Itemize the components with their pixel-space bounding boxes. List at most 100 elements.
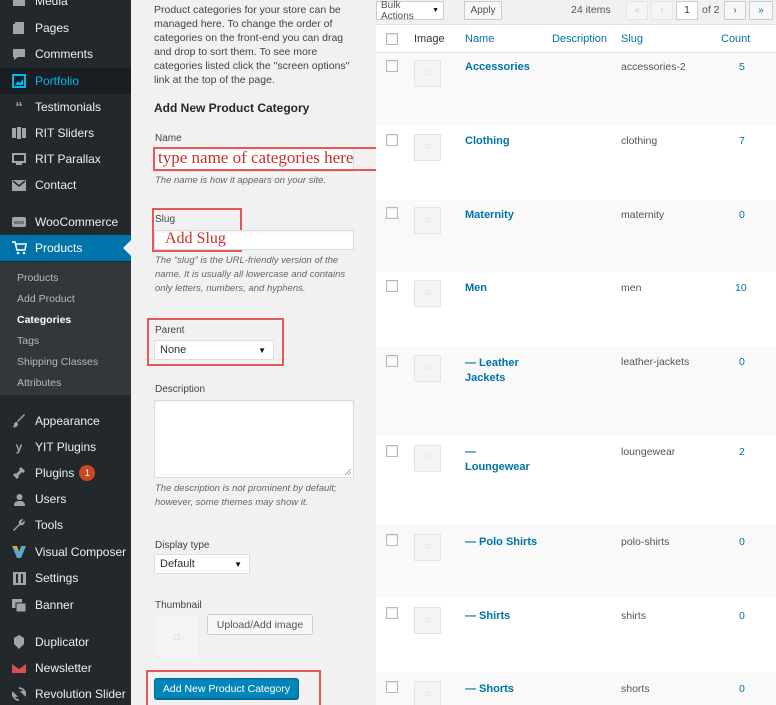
column-header-name[interactable]: Name [465,33,494,45]
category-name-link[interactable]: — Shirts [465,609,510,623]
upload-image-button[interactable]: Upload/Add image [207,614,313,635]
plugin-update-badge: 1 [79,465,96,481]
current-menu-arrow [123,240,131,256]
next-page-button[interactable]: › [724,1,746,20]
sidebar-item-yit-plugins[interactable]: y YIT Plugins [0,434,131,460]
submenu-categories[interactable]: Categories [17,314,71,326]
category-name-link[interactable]: Clothing [465,134,510,148]
add-category-submit-button[interactable]: Add New Product Category [154,678,299,699]
sidebar-item-settings[interactable]: Settings [0,565,131,591]
column-header-image: Image [414,33,445,45]
row-checkbox[interactable] [386,534,398,546]
current-page-input[interactable]: 1 [676,1,698,20]
sidebar-item-products[interactable]: Products [0,235,131,261]
submenu-shipping-classes[interactable]: Shipping Classes [17,356,98,368]
sidebar-item-newsletter[interactable]: Newsletter [0,655,131,681]
category-name-link[interactable]: — Polo Shirts [465,535,537,549]
category-count-link[interactable]: 0 [739,356,745,368]
row-checkbox[interactable] [386,681,398,693]
slug-annotation-text: Add Slug [165,230,226,247]
total-pages: of 2 [702,4,720,16]
prev-page-button[interactable]: ‹ [651,1,673,20]
category-count-link[interactable]: 5 [739,61,745,73]
row-checkbox[interactable] [386,445,398,457]
intro-text-line: link at the top of the page. [154,74,275,86]
row-checkbox[interactable] [386,280,398,292]
category-name-link[interactable]: Men [465,281,487,295]
sidebar-item-rit-sliders[interactable]: RIT Sliders [0,120,131,146]
category-thumbnail: □ [414,134,441,161]
category-name-link[interactable]: — [465,445,476,459]
form-heading: Add New Product Category [154,101,310,115]
admin-sidebar: Media Pages Comments Portfolio “ Testimo… [0,0,131,705]
select-all-checkbox[interactable] [386,33,398,45]
intro-text-line: categories listed click the "screen opti… [154,60,350,72]
column-header-count[interactable]: Count [721,33,750,45]
sidebar-item-users[interactable]: Users [0,486,131,512]
category-slug: shorts [621,683,650,695]
sidebar-item-woocommerce[interactable]: woo WooCommerce [0,209,131,235]
row-checkbox[interactable] [386,207,398,219]
row-checkbox[interactable] [386,60,398,72]
resize-handle-icon[interactable] [345,469,351,475]
category-slug: leather-jackets [621,356,690,368]
submenu-attributes[interactable]: Attributes [17,377,61,389]
sidebar-item-media[interactable]: Media [0,0,131,14]
name-label: Name [155,133,182,144]
sidebar-item-revolution-slider[interactable]: Revolution Slider [0,681,131,705]
brush-icon [11,413,27,429]
submenu-add-product[interactable]: Add Product [17,293,75,305]
category-slug: men [621,282,642,294]
row-checkbox[interactable] [386,607,398,619]
category-count-link[interactable]: 0 [739,683,745,695]
category-thumbnail: □ [414,445,441,472]
row-checkbox[interactable] [386,134,398,146]
category-thumbnail: □ [414,207,441,234]
category-thumbnail: □ [414,534,441,561]
column-header-slug[interactable]: Slug [621,33,643,45]
sidebar-item-appearance[interactable]: Appearance [0,408,131,434]
submenu-products[interactable]: Products [17,272,58,284]
sidebar-item-rit-parallax[interactable]: RIT Parallax [0,146,131,172]
yit-icon: y [15,440,23,454]
category-name-link[interactable]: — Leather [465,356,519,370]
category-count-link[interactable]: 2 [739,446,745,458]
apply-button[interactable]: Apply [464,1,502,20]
sidebar-item-testimonials[interactable]: “ Testimonials [0,94,131,120]
category-name-link[interactable]: Jackets [465,371,505,385]
category-count-link[interactable]: 10 [735,282,747,294]
sidebar-item-plugins[interactable]: Plugins 1 [0,460,131,486]
sidebar-item-banner[interactable]: Banner [0,592,131,618]
bulk-actions-select[interactable]: Bulk Actions ▼ [376,0,444,22]
sidebar-item-contact[interactable]: Contact [0,172,131,198]
display-type-select[interactable]: Default ▼ [154,554,250,574]
name-annotation-text: type name of categories here [158,148,354,167]
description-help-line: The description is not prominent by defa… [155,483,337,494]
description-textarea[interactable] [154,400,354,478]
category-name-link[interactable]: — Shorts [465,682,514,696]
parent-select[interactable]: None ▼ [154,340,274,360]
category-count-link[interactable]: 0 [739,209,745,221]
sidebar-item-portfolio[interactable]: Portfolio [0,68,131,94]
sidebar-item-tools[interactable]: Tools [0,512,131,538]
parent-label: Parent [155,325,185,336]
sidebar-item-visual-composer[interactable]: Visual Composer [0,539,131,565]
sidebar-item-duplicator[interactable]: Duplicator [0,629,131,655]
first-page-button[interactable]: « [626,1,648,20]
last-page-button[interactable]: » [749,1,773,20]
intro-text-line: and drop to sort them. To see more [154,46,318,58]
svg-text:woo: woo [14,220,24,226]
submenu-tags[interactable]: Tags [17,335,39,347]
category-count-link[interactable]: 0 [739,610,745,622]
sidebar-item-comments[interactable]: Comments [0,41,131,67]
category-name-link[interactable]: Accessories [465,60,530,74]
category-name-link[interactable]: Maternity [465,208,514,222]
category-count-link[interactable]: 7 [739,135,745,147]
category-slug: shirts [621,610,647,622]
row-checkbox[interactable] [386,355,398,367]
column-header-description[interactable]: Description [552,33,607,45]
sidebar-item-pages[interactable]: Pages [0,15,131,41]
category-name-link[interactable]: Loungewear [465,460,530,474]
category-count-link[interactable]: 0 [739,536,745,548]
plugin-icon [11,465,27,481]
